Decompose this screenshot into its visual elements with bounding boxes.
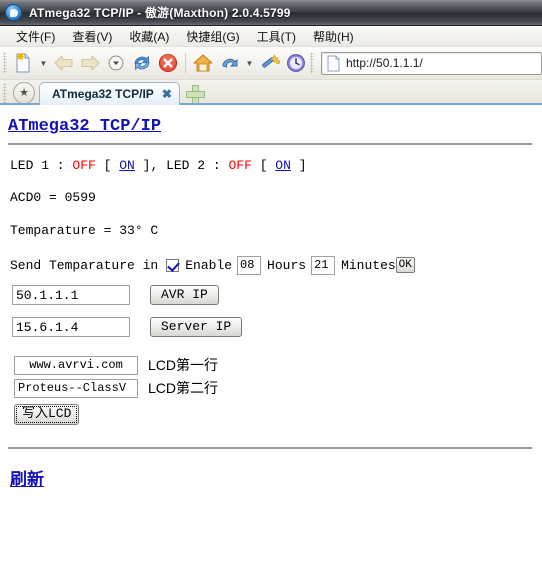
address-bar[interactable]: http://50.1.1.1/ [321,51,542,75]
menu-groups[interactable]: 快捷组(G) [178,26,248,47]
page-icon [327,55,340,71]
tabbar-grip[interactable] [3,83,7,105]
toolbar-separator [185,53,186,73]
title-bar: ATmega32 TCP/IP - 傲游(Maxthon) 2.0.4.5799 [0,0,542,26]
clock-icon[interactable] [283,50,309,76]
toolbar-grip[interactable] [3,52,7,74]
lcd-line2-row: LCD第二行 [14,378,532,398]
page-title-link[interactable]: ATmega32 TCP/IP [8,117,161,136]
stop-icon[interactable] [155,50,181,76]
tab-close-icon[interactable]: ✖ [162,88,172,100]
avr-ip-button[interactable]: AVR IP [150,284,219,306]
menu-view[interactable]: 查看(V) [64,26,121,47]
address-input[interactable]: http://50.1.1.1/ [346,56,423,70]
refresh-icon[interactable] [129,50,155,76]
magic-wand-icon[interactable] [257,50,283,76]
led2-label: LED 2 : [166,158,229,173]
dropdown-caret-icon[interactable]: ▼ [36,50,51,76]
page-title: ATmega32 TCP/IP [8,117,532,136]
led2-close-bracket: ] [290,158,307,173]
led1-close-bracket: ], [134,158,167,173]
footer-divider [8,446,532,449]
toolbar: ▼ ▼ http://50.1.1.1/ [0,47,542,80]
avr-ip-row: AVR IP [12,284,532,306]
led2-open-bracket: [ [251,158,276,173]
hours-label: Hours [267,257,307,273]
server-ip-button[interactable]: Server IP [150,317,243,338]
menu-tools[interactable]: 工具(T) [249,26,305,47]
menu-favorites[interactable]: 收藏(A) [121,26,178,47]
favorites-button[interactable]: ★ [13,82,35,104]
new-tab-plus-icon[interactable] [185,85,205,104]
home-icon[interactable] [190,50,216,76]
led1-label: LED 1 : [10,158,73,173]
new-page-icon[interactable] [10,50,36,76]
lcd-write-row: 写入LCD [14,404,532,425]
lcd-line1-input[interactable] [14,355,138,375]
maxthon-logo-icon [5,4,22,21]
undo-dropdown-caret-icon[interactable]: ▼ [242,50,257,76]
address-grip[interactable] [310,52,314,74]
undo-icon[interactable] [216,50,242,76]
led1-state: OFF [72,158,96,173]
lcd-line2-caption: LCD第二行 [148,380,219,397]
menu-file[interactable]: 文件(F) [8,26,64,47]
refresh-link[interactable]: 刷新 [10,465,44,490]
star-icon: ★ [19,86,29,99]
tab-label: ATmega32 TCP/IP [52,87,154,101]
lcd-write-button[interactable]: 写入LCD [14,404,80,425]
send-temperature-form: Send Temparature in Enable Hours Minutes… [10,255,532,275]
lcd-line2-input[interactable] [14,378,138,398]
send-temperature-label: Send Temparature in [10,257,159,273]
avr-ip-input[interactable] [12,285,130,306]
menu-help[interactable]: 帮助(H) [305,26,363,47]
enable-label: Enable [185,257,233,273]
temperature-value: Temparature = 33° C [10,222,159,238]
forward-arrow-icon[interactable] [77,50,103,76]
browser-window: ATmega32 TCP/IP - 傲游(Maxthon) 2.0.4.5799… [0,0,542,572]
server-ip-row: Server IP [12,317,532,338]
minutes-input[interactable] [311,255,336,275]
led2-state: OFF [228,158,252,173]
title-divider [8,143,532,145]
led1-on-link[interactable]: ON [119,158,135,173]
lcd-line1-row: LCD第一行 [14,355,532,375]
led2-on-link[interactable]: ON [275,158,291,173]
adc-value: ACD0 = 0599 [10,190,96,206]
minutes-label: Minutes [341,257,396,273]
enable-checkbox[interactable] [166,258,180,272]
ok-button[interactable]: OK [395,257,415,274]
led1-open-bracket: [ [95,158,120,173]
menu-bar: 文件(F) 查看(V) 收藏(A) 快捷组(G) 工具(T) 帮助(H) [0,26,542,47]
tab-atmega32-tcp-ip[interactable]: ATmega32 TCP/IP ✖ [39,82,180,105]
lcd-line1-caption: LCD第一行 [148,357,219,374]
server-ip-input[interactable] [12,317,130,338]
tab-bar: ★ ATmega32 TCP/IP ✖ [0,80,542,105]
history-dropdown-icon[interactable] [103,50,129,76]
back-arrow-icon[interactable] [51,50,77,76]
hours-input[interactable] [237,255,262,275]
page-content: ATmega32 TCP/IP LED 1 : OFF [ ON ], LED … [0,105,542,572]
window-title: ATmega32 TCP/IP - 傲游(Maxthon) 2.0.4.5799 [29,6,291,20]
led-status-line: LED 1 : OFF [ ON ], LED 2 : OFF [ ON ] [10,158,532,173]
